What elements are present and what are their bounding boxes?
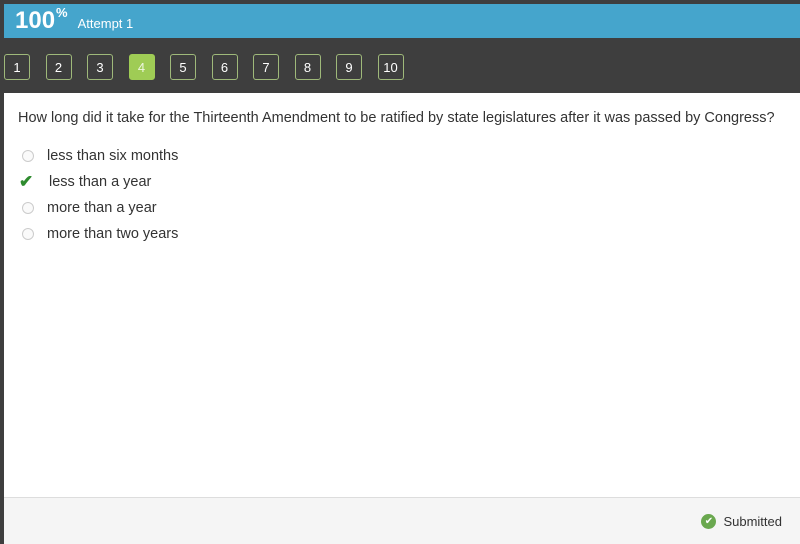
option-label: less than six months	[47, 148, 179, 164]
option-label: more than a year	[47, 200, 157, 216]
question-button-5[interactable]: 5	[170, 54, 196, 80]
question-text: How long did it take for the Thirteenth …	[18, 110, 775, 126]
answer-option[interactable]: less than six months	[18, 143, 178, 169]
answer-options: less than six months ✔ less than a year …	[18, 143, 178, 247]
question-panel: How long did it take for the Thirteenth …	[4, 93, 800, 497]
question-button-7[interactable]: 7	[253, 54, 279, 80]
question-button-2[interactable]: 2	[45, 54, 72, 80]
footer-bar: ✔ Submitted	[4, 497, 800, 544]
check-circle-icon: ✔	[701, 514, 717, 529]
question-button-9[interactable]: 9	[336, 54, 362, 80]
question-button-4[interactable]: 4	[128, 54, 155, 80]
answer-option[interactable]: more than a year	[18, 195, 178, 221]
attempt-label: Attempt 1	[77, 15, 134, 31]
radio-icon[interactable]	[22, 228, 34, 240]
submission-status: ✔ Submitted	[701, 514, 782, 529]
question-button-1[interactable]: 1	[4, 54, 30, 80]
answer-option[interactable]: more than two years	[18, 221, 178, 247]
status-label: Submitted	[723, 514, 782, 529]
question-nav: 1 2 3 4 5 6 7 8 9 10	[4, 54, 419, 80]
checkmark-icon: ✔	[19, 172, 34, 191]
score-header: 100% Attempt 1	[4, 4, 800, 38]
option-label: more than two years	[47, 226, 179, 242]
radio-icon[interactable]	[22, 202, 34, 214]
option-label: less than a year	[49, 174, 152, 190]
question-button-3[interactable]: 3	[87, 54, 113, 80]
question-button-8[interactable]: 8	[294, 54, 321, 80]
question-button-6[interactable]: 6	[211, 54, 238, 80]
score: 100%	[15, 5, 68, 34]
answer-option-correct[interactable]: ✔ less than a year	[18, 169, 178, 195]
question-button-10[interactable]: 10	[377, 54, 404, 80]
radio-icon[interactable]	[22, 150, 34, 162]
